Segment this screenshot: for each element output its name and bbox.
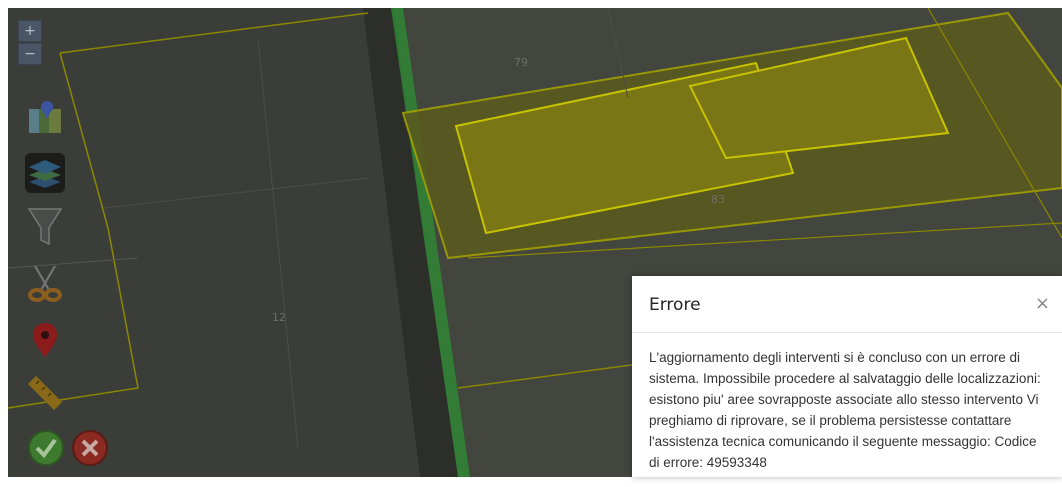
dialog-message: L'aggiornamento degli interventi si è co… <box>649 350 1041 470</box>
zoom-in-button[interactable]: + <box>18 20 42 42</box>
filter-tool[interactable] <box>22 204 68 250</box>
zoom-out-button[interactable]: − <box>18 43 42 65</box>
confirm-button[interactable] <box>26 428 66 468</box>
error-dialog: Errore × L'aggiornamento degli intervent… <box>632 276 1062 477</box>
cut-icon <box>28 265 62 302</box>
marker-tool[interactable] <box>22 318 68 364</box>
dialog-title: Errore <box>649 295 701 315</box>
check-circle-icon <box>28 430 64 466</box>
measure-icon <box>28 376 62 410</box>
map-layers-tool[interactable] <box>22 94 68 140</box>
zoom-control: + − <box>18 20 42 66</box>
location-pin-icon <box>33 323 57 357</box>
scissors-tool[interactable] <box>22 260 68 306</box>
ruler-tool[interactable] <box>22 370 68 416</box>
cancel-button[interactable] <box>70 428 110 468</box>
parcel-label: 83 <box>711 193 725 206</box>
funnel-icon <box>27 208 63 246</box>
map-pin-icon <box>29 101 61 133</box>
parcel-label: 79 <box>514 56 528 69</box>
close-icon[interactable]: × <box>1035 293 1050 314</box>
layers-tool[interactable] <box>22 150 68 196</box>
parcel-label: 12 <box>272 311 286 324</box>
stacked-layers-icon <box>25 153 65 193</box>
dialog-header: Errore × <box>632 276 1062 333</box>
cancel-circle-icon <box>72 430 108 466</box>
